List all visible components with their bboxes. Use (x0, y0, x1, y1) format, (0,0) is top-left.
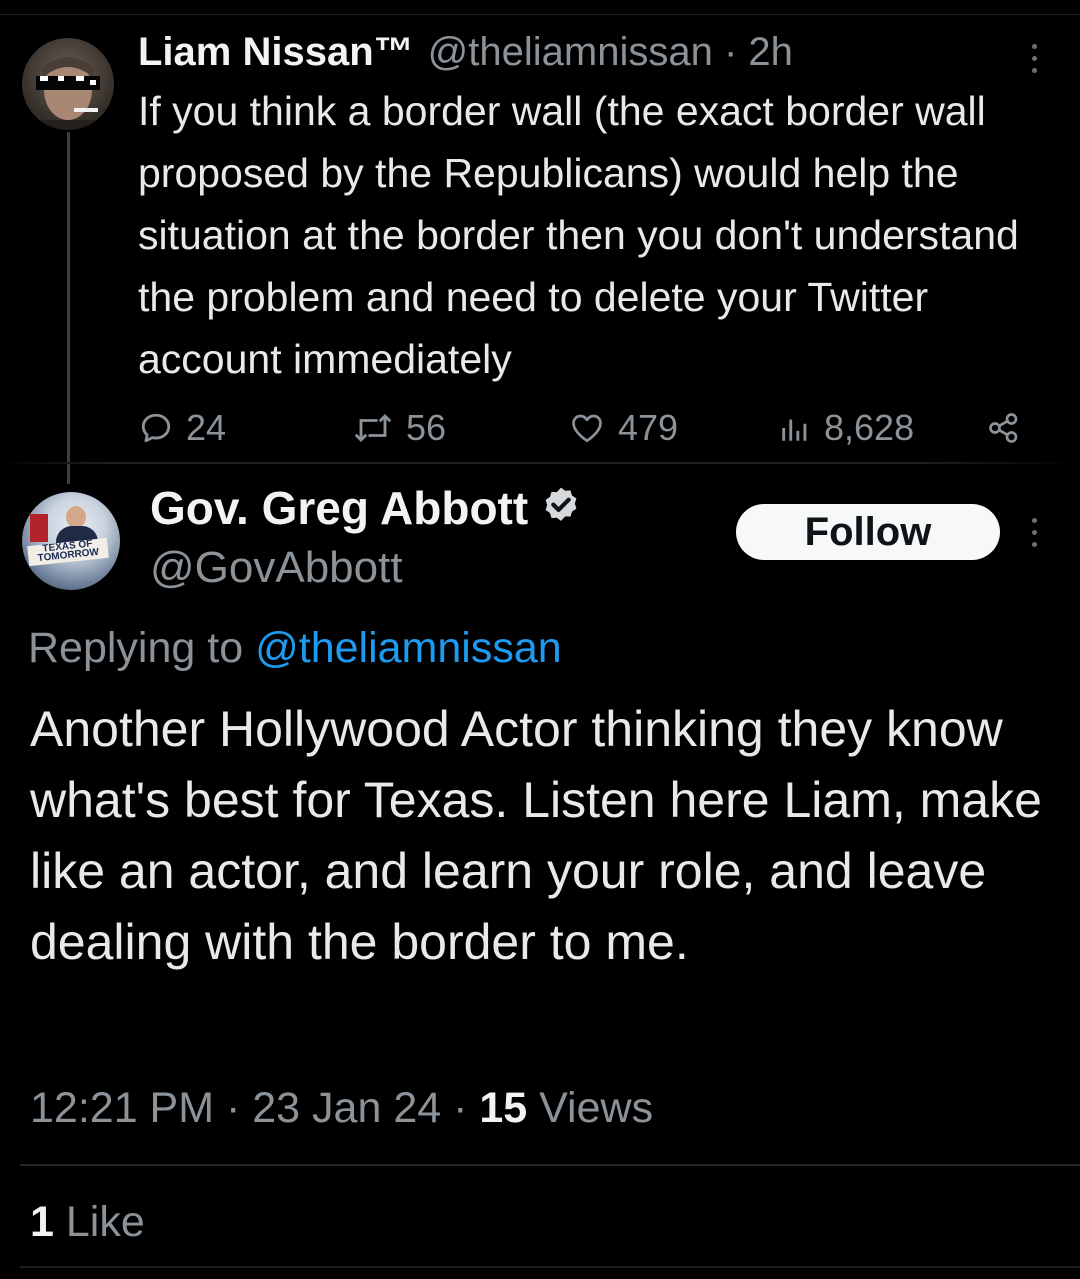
reply-likes-count: 1 (30, 1198, 54, 1246)
reply-timestamp[interactable]: 12:21 PM · 23 Jan 24 · (30, 1084, 479, 1132)
reply-display-name[interactable]: Gov. Greg Abbott (150, 481, 528, 535)
repost-action[interactable]: 56 (352, 400, 446, 456)
reply-count: 24 (186, 407, 227, 448)
like-action[interactable]: 479 (568, 400, 678, 456)
parent-handle-time: @theliamnissan · 2h (428, 26, 793, 78)
liam-avatar[interactable] (22, 38, 114, 130)
like-count: 479 (618, 407, 679, 448)
reply-more-icon[interactable] (1032, 518, 1038, 547)
reply-icon (141, 413, 171, 443)
share-action[interactable] (986, 400, 1022, 456)
reply-likes-row[interactable]: 1 Like (30, 1192, 145, 1252)
repost-count: 56 (406, 407, 447, 448)
time-separator: · (723, 30, 738, 74)
replying-prefix: Replying to (28, 624, 244, 672)
replying-mention-link[interactable]: @theliamnissan (255, 624, 562, 672)
avatar-head (66, 506, 86, 528)
follow-button[interactable]: Follow (736, 504, 1000, 560)
reply-name-row: Gov. Greg Abbott (150, 478, 582, 538)
views-count: 8,628 (824, 407, 915, 448)
parent-display-name[interactable]: Liam Nissan™ (138, 26, 414, 78)
reply-action[interactable]: 24 (138, 400, 226, 456)
thread-connector (67, 132, 70, 484)
parent-more-icon[interactable] (1032, 44, 1038, 73)
avatar-banner-text: TEXAS OF TOMORROW (27, 537, 109, 567)
views-action[interactable]: 8,628 (778, 400, 914, 456)
abbott-avatar[interactable]: TEXAS OF TOMORROW (22, 492, 120, 590)
reply-views-label: Views (539, 1084, 654, 1132)
verified-badge-icon (540, 485, 582, 532)
repost-icon (354, 413, 392, 443)
parent-tweet-text: If you think a border wall (the exact bo… (138, 88, 1019, 382)
parent-handle[interactable]: @theliamnissan (428, 30, 713, 74)
parent-tweet-header: Liam Nissan™ @theliamnissan · 2h (138, 26, 793, 78)
reply-timestamp-row: 12:21 PM · 23 Jan 24 · 15 Views (30, 1078, 653, 1138)
parent-action-bar: 24 56 479 8,628 (138, 400, 1038, 456)
reply-tweet-text: Another Hollywood Actor thinking they kn… (30, 701, 1042, 970)
like-icon (572, 414, 602, 443)
parent-time[interactable]: 2h (748, 30, 793, 74)
reply-likes-label: Like (65, 1198, 145, 1246)
replying-to: Replying to @theliamnissan (28, 620, 562, 676)
reply-handle[interactable]: @GovAbbott (150, 540, 403, 596)
top-divider (0, 14, 1080, 15)
avatar-flag (30, 514, 48, 542)
tweet-divider (0, 462, 1080, 464)
tweet-screenshot: Liam Nissan™ @theliamnissan · 2h If you … (0, 0, 1080, 1279)
views-icon (782, 419, 807, 441)
reply-views-count: 15 (479, 1084, 528, 1132)
stats-divider (20, 1164, 1080, 1166)
bottom-divider (20, 1266, 1080, 1268)
share-icon (989, 413, 1018, 443)
